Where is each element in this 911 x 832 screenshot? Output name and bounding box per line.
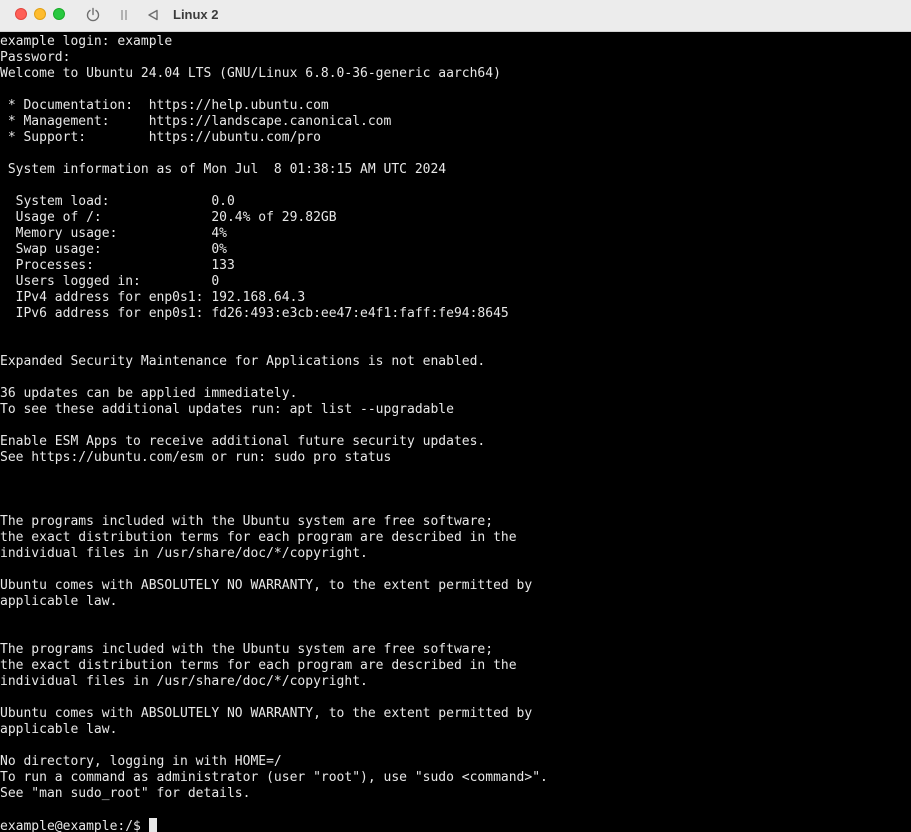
terminal-line: applicable law. [0,594,118,609]
terminal-line: Expanded Security Maintenance for Applic… [0,354,486,369]
title-bar[interactable]: Linux 2 [0,0,911,32]
pause-icon[interactable] [117,6,131,24]
terminal-line: To see these additional updates run: apt… [0,402,454,417]
terminal-line: 36 updates can be applied immediately. [0,386,298,401]
minimize-window-button[interactable] [34,8,46,20]
shell-prompt-line[interactable]: example@example:/$ [0,818,911,832]
terminal-line: The programs included with the Ubuntu sy… [0,514,494,529]
terminal-line: See "man sudo_root" for details. [0,786,251,801]
terminal-line: System load: 0.0 [0,194,235,209]
terminal-line: Ubuntu comes with ABSOLUTELY NO WARRANTY… [0,578,533,593]
terminal-line: Processes: 133 [0,258,235,273]
terminal-line: IPv4 address for enp0s1: 192.168.64.3 [0,290,306,305]
window-title: Linux 2 [173,7,219,22]
close-window-button[interactable] [15,8,27,20]
terminal-line: To run a command as administrator (user … [0,770,548,785]
terminal-screen[interactable]: example login: example Password: Welcome t… [0,34,911,832]
terminal-line: IPv6 address for enp0s1: fd26:493:e3cb:e… [0,306,509,321]
power-icon[interactable] [84,6,102,24]
back-triangle-icon[interactable] [145,6,161,24]
shell-prompt: example@example:/$ [0,819,149,832]
terminal-line: * Support: https://ubuntu.com/pro [0,130,321,145]
terminal-line: Welcome to Ubuntu 24.04 LTS (GNU/Linux 6… [0,66,501,81]
text-cursor [148,818,157,832]
terminal-line: System information as of Mon Jul 8 01:38… [0,162,447,177]
terminal-line: example login: example [0,34,173,49]
terminal-line: Ubuntu comes with ABSOLUTELY NO WARRANTY… [0,706,533,721]
terminal-line: No directory, logging in with HOME=/ [0,754,282,769]
terminal-line: the exact distribution terms for each pr… [0,530,517,545]
terminal-line: Swap usage: 0% [0,242,227,257]
terminal-line: Enable ESM Apps to receive additional fu… [0,434,486,449]
terminal-line: * Documentation: https://help.ubuntu.com [0,98,329,113]
terminal-line: individual files in /usr/share/doc/*/cop… [0,674,368,689]
terminal-line: The programs included with the Ubuntu sy… [0,642,494,657]
terminal-line: See https://ubuntu.com/esm or run: sudo … [0,450,392,465]
vm-window: Linux 2 example login: example Password: W… [0,0,911,832]
terminal-line: individual files in /usr/share/doc/*/cop… [0,546,368,561]
terminal-line: applicable law. [0,722,118,737]
terminal-line: Usage of /: 20.4% of 29.82GB [0,210,337,225]
terminal-line: * Management: https://landscape.canonica… [0,114,392,129]
terminal-line: Memory usage: 4% [0,226,227,241]
zoom-window-button[interactable] [53,8,65,20]
terminal-line: Password: [0,50,71,65]
terminal-line: Users logged in: 0 [0,274,220,289]
terminal-line: the exact distribution terms for each pr… [0,658,517,673]
